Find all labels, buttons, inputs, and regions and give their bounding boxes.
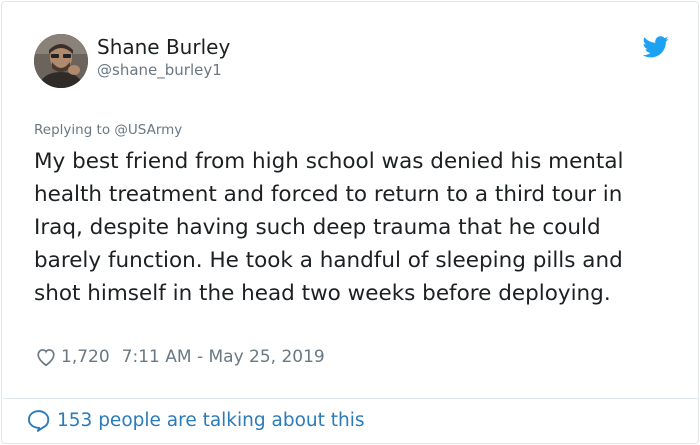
speech-bubble-icon <box>27 410 50 432</box>
heart-icon[interactable] <box>35 346 57 368</box>
conversation-label: 153 people are talking about this <box>57 410 365 431</box>
divider <box>3 398 699 399</box>
tweet-meta: 1,720 7:11 AM - May 25, 2019 <box>35 346 325 368</box>
avatar[interactable] <box>34 34 88 88</box>
like-count[interactable]: 1,720 <box>61 347 110 367</box>
tweet-card: Shane Burley @shane_burley1 Replying to … <box>1 1 699 444</box>
author-handle[interactable]: @shane_burley1 <box>97 61 222 79</box>
conversation-link[interactable]: 153 people are talking about this <box>26 408 365 433</box>
twitter-bird-icon[interactable] <box>643 36 669 58</box>
replying-to[interactable]: Replying to @USArmy <box>34 122 182 138</box>
author-name[interactable]: Shane Burley <box>97 35 230 59</box>
timestamp[interactable]: 7:11 AM - May 25, 2019 <box>122 347 325 367</box>
tweet-text: My best friend from high school was deni… <box>34 149 624 306</box>
